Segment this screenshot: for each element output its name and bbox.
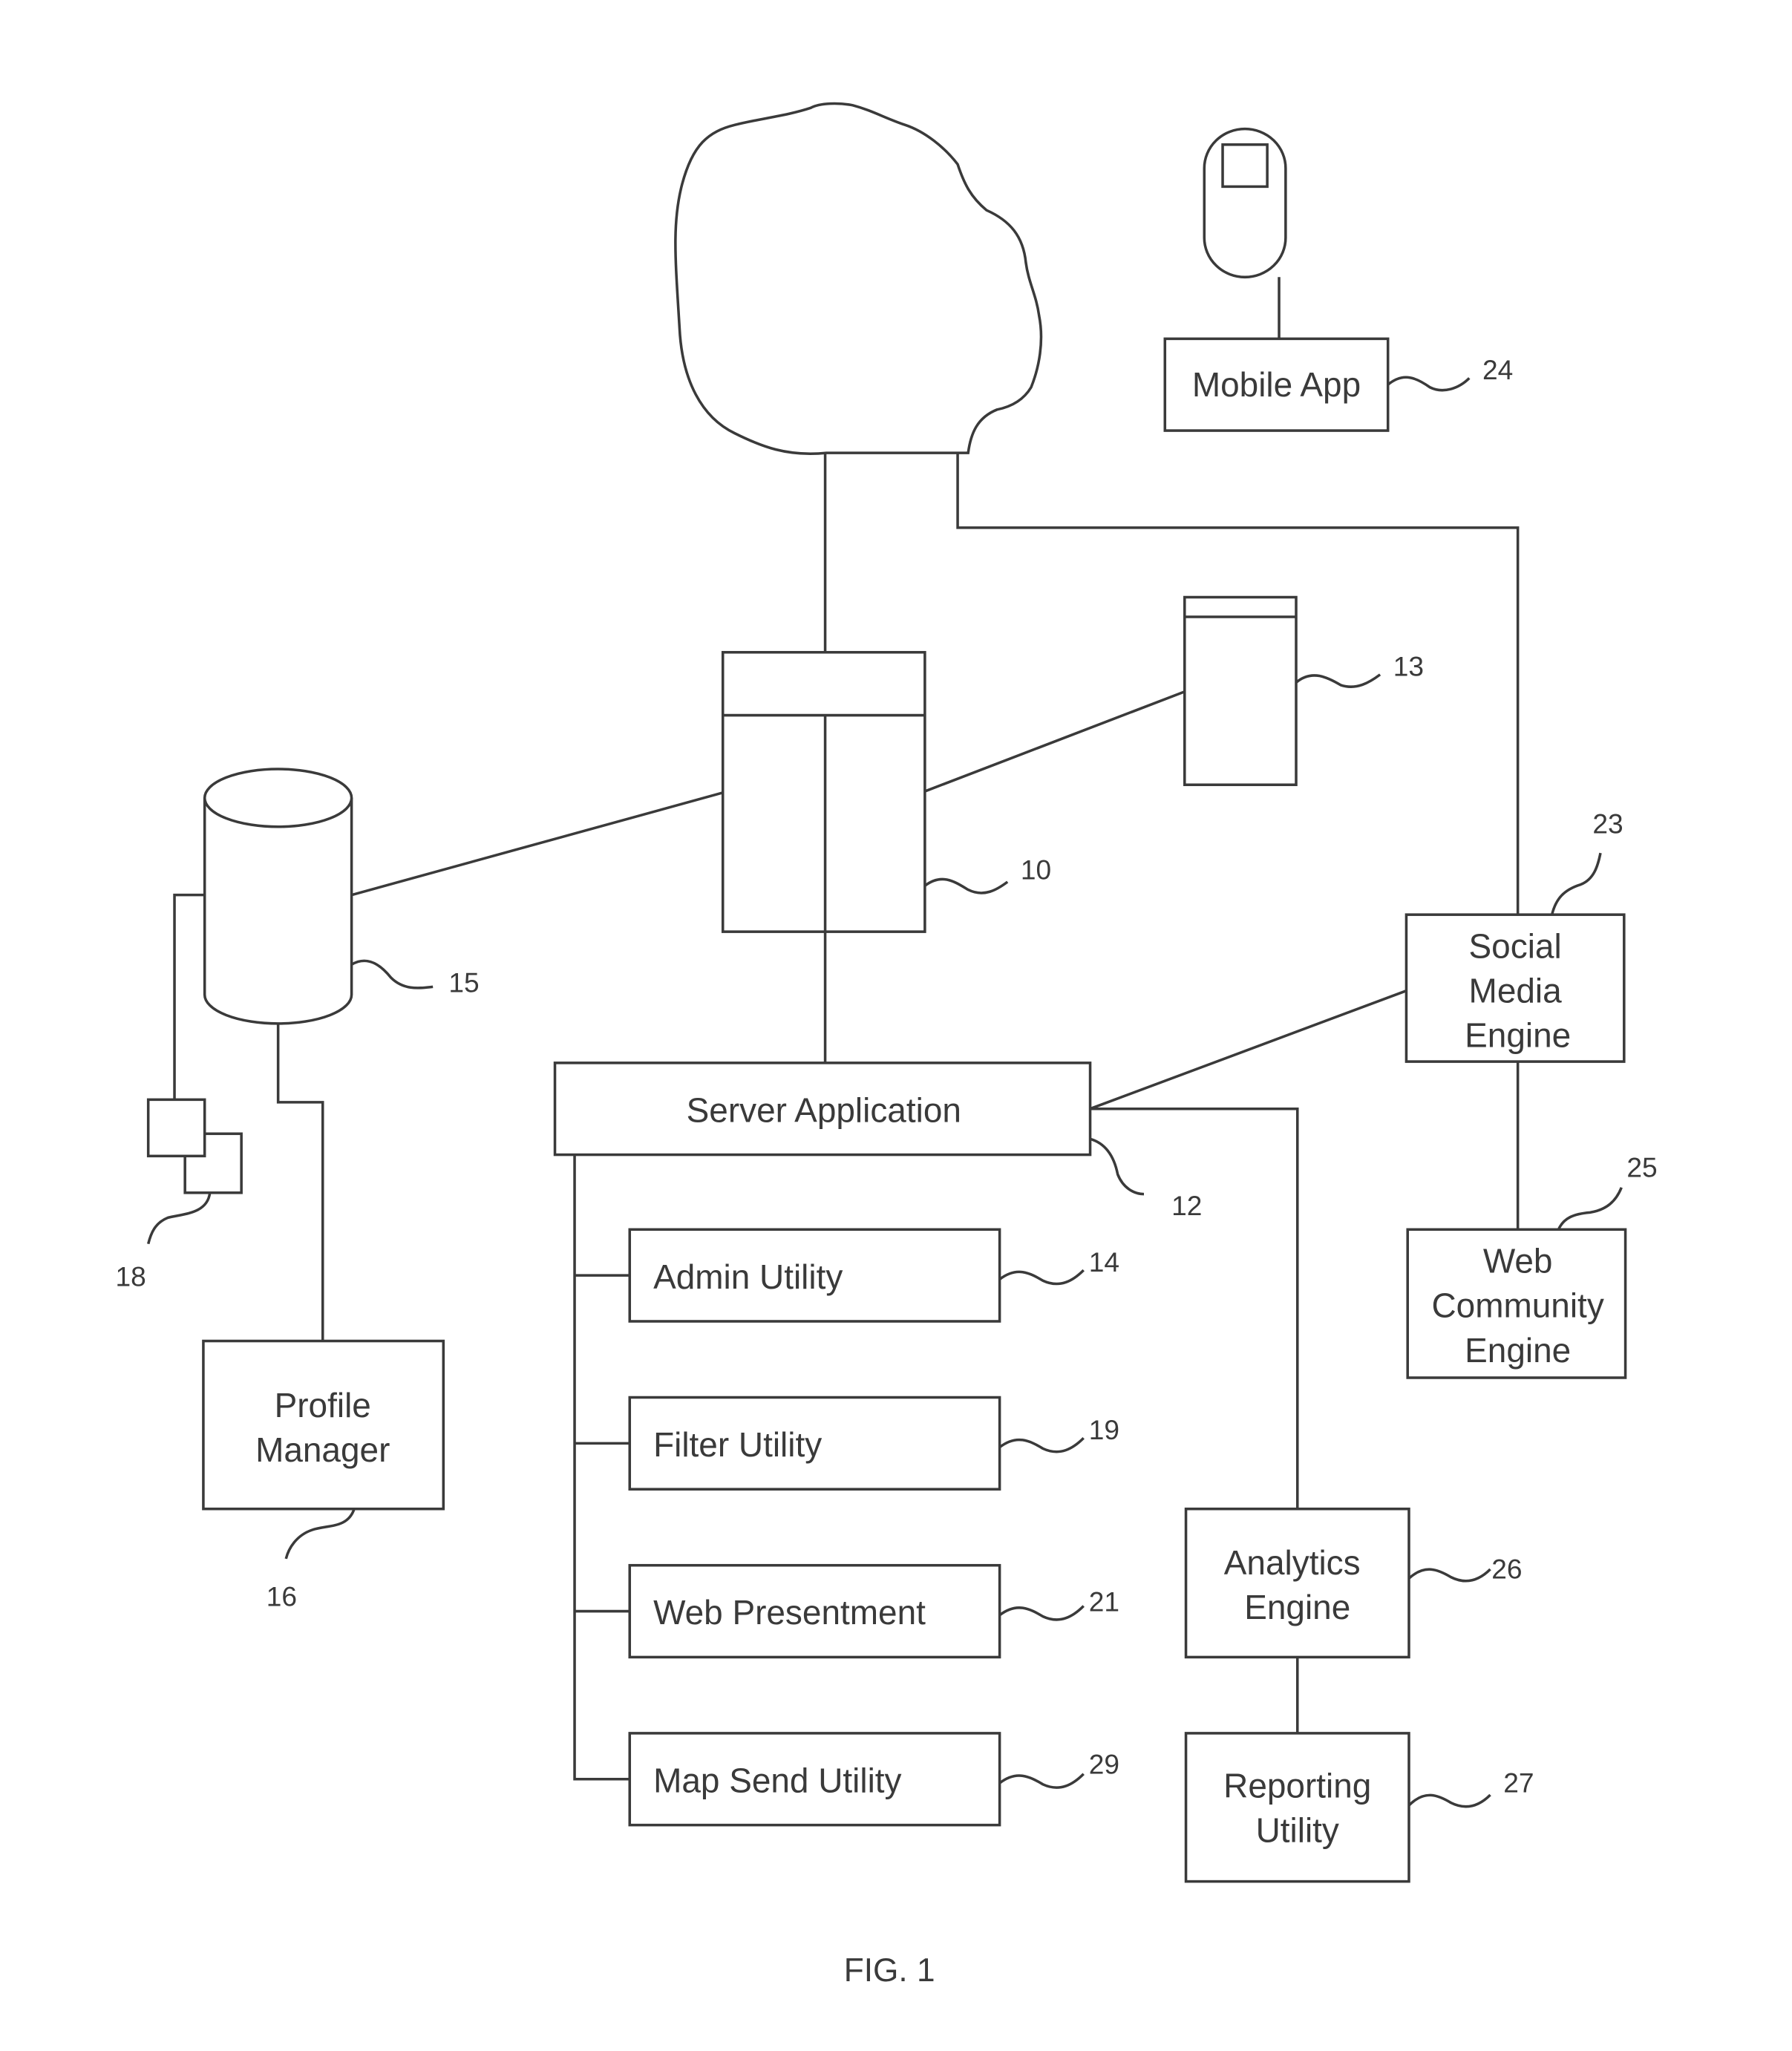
profile-manager-label-1: Profile — [275, 1386, 371, 1424]
ref-24: 24 — [1482, 354, 1513, 385]
web-community-label-1: Web — [1483, 1242, 1553, 1280]
ref-19: 19 — [1089, 1414, 1119, 1445]
system-diagram: Mobile App 24 10 13 15 18 Profile Manage… — [116, 102, 1658, 1989]
ref-29: 29 — [1089, 1749, 1119, 1780]
ref-15: 15 — [448, 966, 479, 998]
ref-13: 13 — [1393, 651, 1424, 682]
mobile-app-label: Mobile App — [1192, 365, 1361, 404]
admin-utility-box: Admin Utility — [628, 1228, 1001, 1323]
map-send-utility-label: Map Send Utility — [653, 1761, 901, 1799]
analytics-label-2: Engine — [1244, 1588, 1350, 1626]
ref-12: 12 — [1171, 1190, 1202, 1221]
social-media-label-3: Engine — [1465, 1016, 1571, 1055]
social-media-label-2: Media — [1469, 972, 1563, 1010]
ref-16: 16 — [266, 1580, 297, 1612]
ref-26: 26 — [1491, 1553, 1522, 1584]
map-send-utility-box: Map Send Utility — [628, 1732, 1001, 1827]
figure-caption: FIG. 1 — [844, 1952, 935, 1989]
web-presentment-box: Web Presentment — [628, 1563, 1001, 1659]
profile-manager-box: Profile Manager — [202, 1339, 445, 1511]
ref-21: 21 — [1089, 1586, 1119, 1617]
client-device-icon — [1183, 595, 1298, 786]
ref-14: 14 — [1089, 1246, 1119, 1278]
reporting-label-1: Reporting — [1223, 1766, 1371, 1805]
filter-utility-label: Filter Utility — [653, 1425, 822, 1464]
analytics-engine-box: Analytics Engine — [1184, 1507, 1410, 1659]
filter-utility-box: Filter Utility — [628, 1396, 1001, 1491]
reporting-utility-box: Reporting Utility — [1184, 1732, 1410, 1883]
network-cloud-icon — [674, 102, 1043, 455]
social-media-engine-box: Social Media Engine — [1405, 913, 1626, 1063]
mobile-phone-icon — [1203, 127, 1287, 279]
ref-27: 27 — [1503, 1767, 1534, 1798]
ref-18: 18 — [116, 1260, 146, 1292]
server-application-label: Server Application — [687, 1090, 961, 1129]
web-presentment-label: Web Presentment — [653, 1593, 926, 1632]
database-icon — [203, 768, 353, 1025]
web-community-label-2: Community — [1432, 1286, 1604, 1325]
server-icon — [721, 650, 926, 933]
web-community-engine-box: Web Community Engine — [1406, 1228, 1627, 1379]
admin-utility-label: Admin Utility — [653, 1257, 843, 1296]
reporting-label-2: Utility — [1256, 1811, 1339, 1850]
mobile-app-box: Mobile App — [1163, 337, 1390, 432]
web-community-label-3: Engine — [1465, 1331, 1571, 1370]
social-media-label-1: Social — [1469, 926, 1562, 965]
analytics-label-1: Analytics — [1224, 1543, 1361, 1582]
ref-25: 25 — [1626, 1152, 1657, 1183]
terminals-icon — [146, 1098, 243, 1194]
ref-23: 23 — [1592, 808, 1623, 840]
server-application-box: Server Application — [553, 1062, 1092, 1157]
ref-10: 10 — [1021, 854, 1051, 885]
profile-manager-label-2: Manager — [255, 1430, 390, 1469]
